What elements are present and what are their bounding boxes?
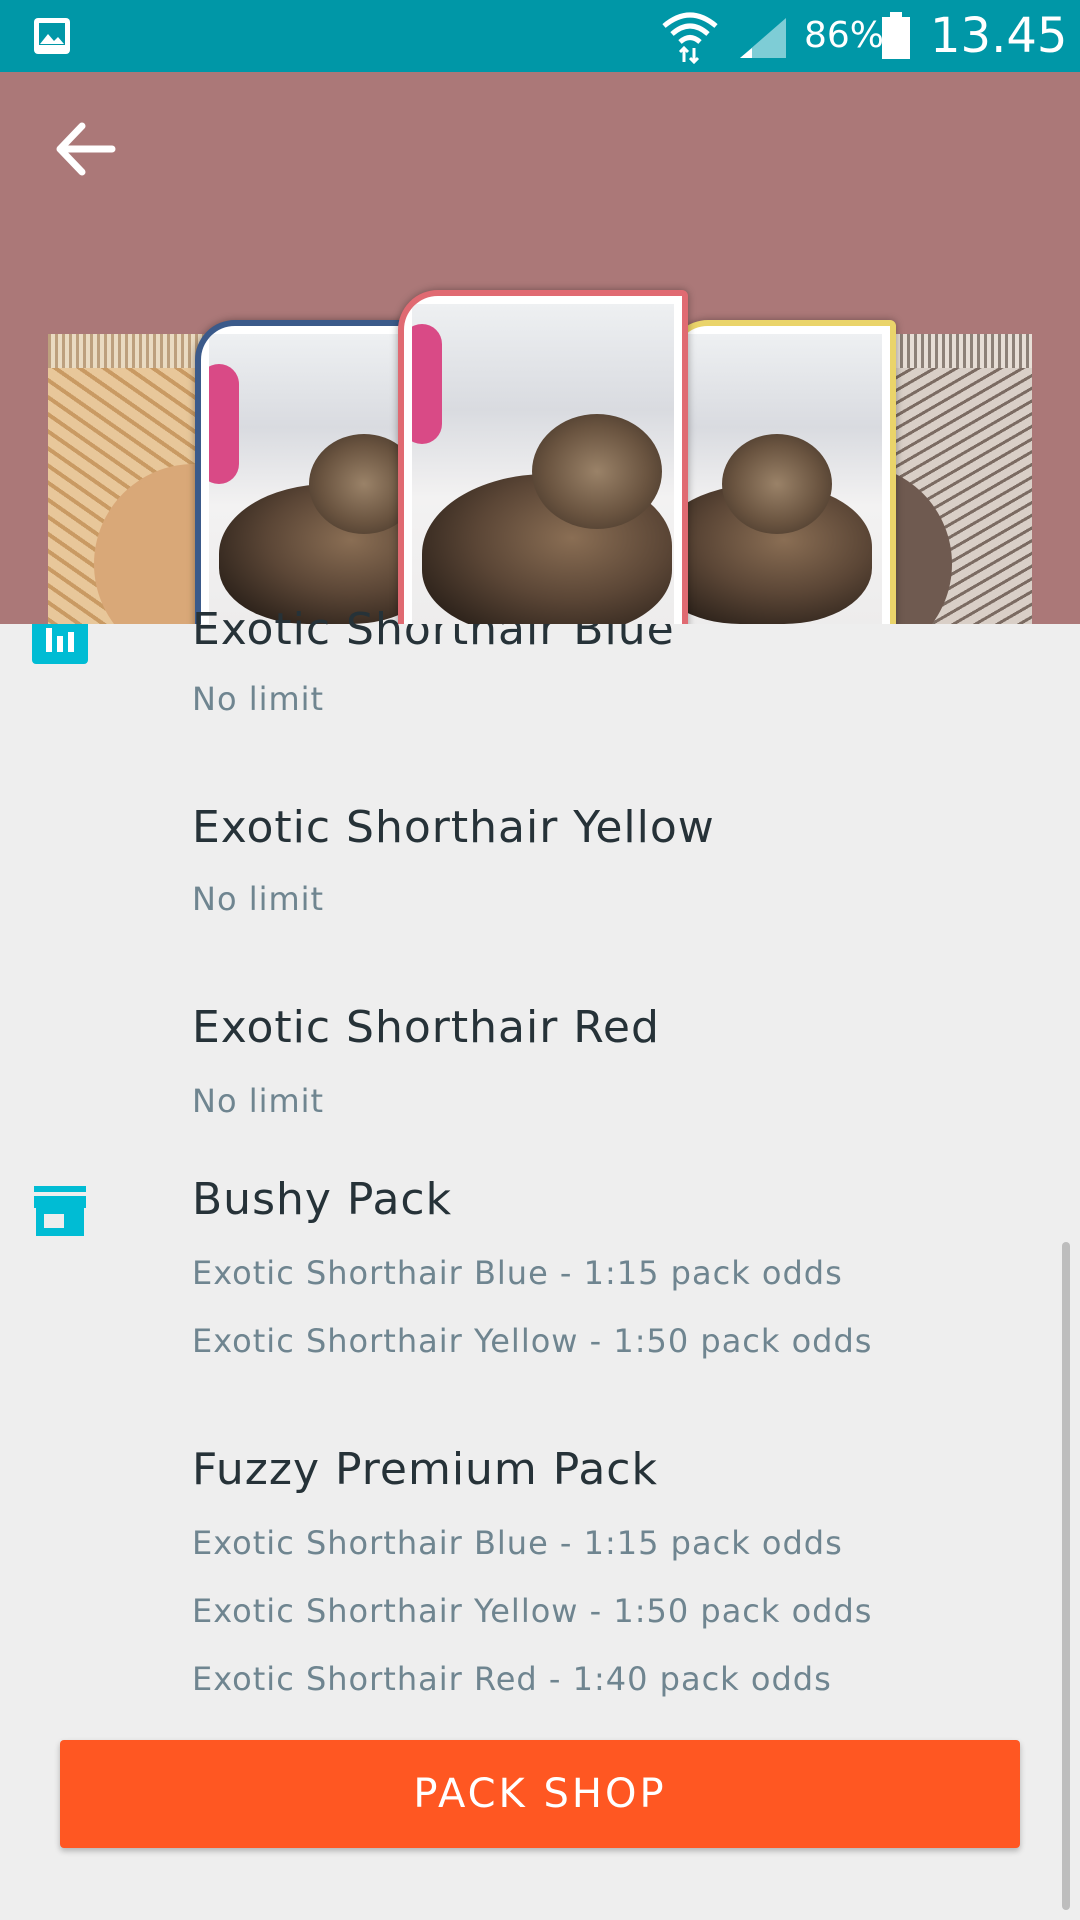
item-subtitle: No limit xyxy=(192,1082,325,1120)
item-subtitle: No limit xyxy=(192,680,325,718)
pack-wrapper-right xyxy=(752,334,1032,624)
arrow-left-icon xyxy=(56,122,116,176)
gallery-icon xyxy=(34,18,70,54)
item-title: Exotic Shorthair Red xyxy=(192,1002,660,1053)
card-red-image xyxy=(398,290,688,624)
pack-title: Bushy Pack xyxy=(192,1174,453,1225)
details-list: Exotic Shorthair Blue No limit Exotic Sh… xyxy=(0,604,1080,1920)
battery-icon xyxy=(882,12,910,59)
pack-odds: Exotic Shorthair Blue - 1:15 pack odds xyxy=(192,1524,843,1562)
card-blue-image xyxy=(195,320,427,624)
item-title: Exotic Shorthair Yellow xyxy=(192,802,715,853)
pack-header xyxy=(0,72,1080,624)
pack-odds: Exotic Shorthair Blue - 1:15 pack odds xyxy=(192,1254,843,1292)
card-yellow-image xyxy=(668,320,896,624)
back-button[interactable] xyxy=(48,112,122,186)
pack-wrapper-left xyxy=(48,334,294,624)
pack-shop-button[interactable]: PACK SHOP xyxy=(60,1740,1020,1848)
pack-odds: Exotic Shorthair Yellow - 1:50 pack odds xyxy=(192,1322,873,1360)
clock: 13.45 xyxy=(930,8,1068,64)
pack-odds: Exotic Shorthair Red - 1:40 pack odds xyxy=(192,1660,832,1698)
store-icon xyxy=(34,1186,86,1236)
pack-title: Fuzzy Premium Pack xyxy=(192,1444,658,1495)
signal-icon xyxy=(740,18,786,58)
bar-chart-icon xyxy=(32,624,88,664)
status-bar: 86% 13.45 xyxy=(0,0,1080,72)
wifi-icon xyxy=(662,12,718,64)
pack-odds: Exotic Shorthair Yellow - 1:50 pack odds xyxy=(192,1592,873,1630)
scrollbar[interactable] xyxy=(1062,1242,1070,1910)
item-subtitle: No limit xyxy=(192,880,325,918)
battery-percent: 86% xyxy=(804,15,885,56)
